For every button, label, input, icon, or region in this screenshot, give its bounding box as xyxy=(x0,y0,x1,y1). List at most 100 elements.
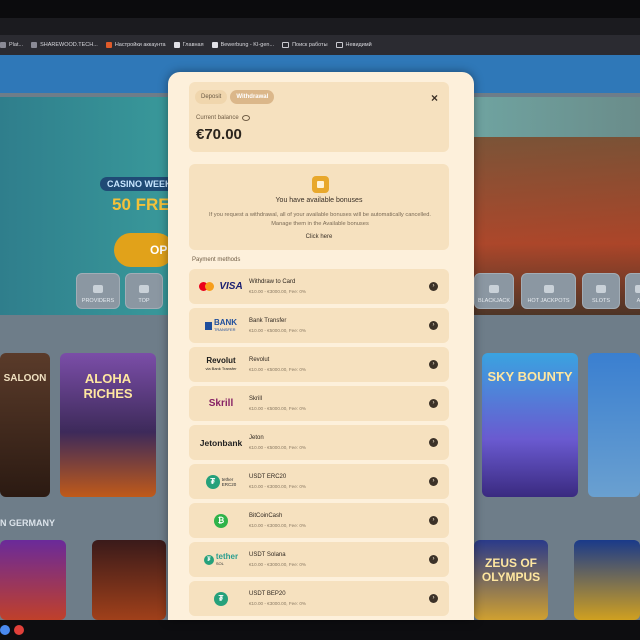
chevron-right-icon: › xyxy=(429,282,438,291)
method-name: USDT Solana xyxy=(249,552,286,558)
method-name: Revolut xyxy=(249,357,270,363)
payment-methods-label: Payment methods xyxy=(192,257,241,263)
chevron-right-icon: › xyxy=(429,594,438,603)
category-label: HOT JACKPOTS xyxy=(527,298,570,304)
site-icon xyxy=(211,42,218,48)
category-label: PROVIDERS xyxy=(81,298,115,304)
method-limits: €10.00 - €5000.00, Fee: 0% xyxy=(249,445,306,450)
game-title: ZEUS OF OLYMPUS xyxy=(481,556,541,584)
payment-method-revolut[interactable]: Revolut via Bank Transfer Revolut €10.00 … xyxy=(189,347,449,382)
game-tile[interactable]: SALOON xyxy=(0,353,50,497)
category-icon xyxy=(596,285,606,293)
chevron-right-icon: › xyxy=(429,438,438,447)
bookmark-item[interactable]: Поиск работы xyxy=(282,42,328,48)
method-limits: €10.00 - €3000.00, Fee: 0% xyxy=(249,523,306,528)
bonus-link[interactable]: Click here xyxy=(189,234,449,240)
game-tile[interactable] xyxy=(588,353,640,497)
tether-erc20-logo: ₮ tether ERC20 xyxy=(197,470,245,493)
payment-method-jeton[interactable]: Jetonbank Jeton €10.00 - €5000.00, Fee: … xyxy=(189,425,449,460)
browser-top-bar xyxy=(0,0,640,18)
game-tile[interactable] xyxy=(574,540,640,620)
mastercard-visa-logo: VISA xyxy=(197,275,245,298)
close-icon[interactable]: × xyxy=(431,92,438,104)
bookmark-item[interactable]: Настройки аккаунта xyxy=(105,42,166,48)
balance-label-text: Current balance xyxy=(196,115,239,121)
payment-method-usdt-bep20[interactable]: ₮ USDT BEP20 €10.00 - €3000.00, Fee: 0% … xyxy=(189,581,449,616)
balance-amount: €70.00 xyxy=(196,126,242,143)
hero-headline: 50 FRE xyxy=(112,195,170,214)
bookmark-label: Главная xyxy=(182,42,204,48)
tether-sol-logo: ₮ tether SOL xyxy=(197,548,245,571)
bookmark-item[interactable]: Главная xyxy=(173,42,204,48)
bookmarks-bar: Plat... SHAREWOOD.TECH... Настройки акка… xyxy=(0,35,640,55)
category-hot-jackpots[interactable]: HOT JACKPOTS xyxy=(521,273,576,309)
game-title: ALOHA RICHES xyxy=(83,371,133,401)
modal-tabs: Deposit Withdrawal xyxy=(195,90,275,104)
method-limits: €10.00 - €5000.00, Fee: 0% xyxy=(249,367,306,372)
category-top[interactable]: TOP xyxy=(125,273,163,309)
payment-method-bitcoincash[interactable]: ₿ BitCoinCash €10.00 - €3000.00, Fee: 0%… xyxy=(189,503,449,538)
game-tile[interactable] xyxy=(92,540,166,620)
jeton-logo: Jetonbank xyxy=(199,437,243,448)
bookmark-label: SHAREWOOD.TECH... xyxy=(40,42,98,48)
category-icon xyxy=(489,285,499,293)
game-tile[interactable]: SKY BOUNTY xyxy=(482,353,578,497)
category-blackjack[interactable]: BLACKJACK xyxy=(474,273,514,309)
game-title: SALOON xyxy=(3,373,47,384)
method-name: Jeton xyxy=(249,435,264,441)
method-limits: €10.00 - €3000.00, Fee: 0% xyxy=(249,289,306,294)
method-limits: €10.00 - €3000.00, Fee: 0% xyxy=(249,484,306,489)
bookmark-item[interactable]: Plat... xyxy=(0,42,23,48)
bonus-description: If you request a withdrawal, all of your… xyxy=(209,212,431,227)
category-label: BLACKJACK xyxy=(477,298,511,304)
payment-method-skrill[interactable]: Skrill Skrill €10.00 - €5000.00, Fee: 0%… xyxy=(189,386,449,421)
category-label: SLOTS xyxy=(591,298,611,304)
hero-button[interactable]: OP xyxy=(114,233,174,267)
payment-method-usdt-solana[interactable]: ₮ tether SOL USDT Solana €10.00 - €3000.00… xyxy=(189,542,449,577)
category-all[interactable]: AL xyxy=(625,273,640,309)
bonus-title: You have available bonuses xyxy=(275,197,363,204)
tab-deposit[interactable]: Deposit xyxy=(195,90,228,104)
bookmark-item[interactable]: SHAREWOOD.TECH... xyxy=(31,42,98,48)
bookmark-label: Поиск работы xyxy=(292,42,328,48)
game-tile[interactable]: ZEUS OF OLYMPUS xyxy=(474,540,548,620)
site-icon xyxy=(0,42,6,48)
bookmark-label: Настройки аккаунта xyxy=(114,42,166,48)
skrill-logo: Skrill xyxy=(208,398,234,409)
balance-label: Current balance xyxy=(196,115,250,121)
chevron-right-icon: › xyxy=(429,399,438,408)
payment-method-bank-transfer[interactable]: BANK TRANSFER Bank Transfer €10.00 - €500… xyxy=(189,308,449,343)
category-icon xyxy=(635,285,640,293)
method-limits: €10.00 - €3000.00, Fee: 0% xyxy=(249,601,306,606)
bookmark-item[interactable]: Bewerbung - KI-gen... xyxy=(211,42,274,48)
bank-transfer-logo: BANK TRANSFER xyxy=(197,314,245,337)
method-name: Bank Transfer xyxy=(249,318,287,324)
category-label: TOP xyxy=(138,298,150,304)
payment-method-usdt-erc20[interactable]: ₮ tether ERC20 USDT ERC20 €10.00 - €3000.0… xyxy=(189,464,449,499)
category-slots[interactable]: SLOTS xyxy=(582,273,620,309)
method-name: USDT ERC20 xyxy=(249,474,287,480)
app-icon[interactable] xyxy=(14,625,24,635)
browser-icon[interactable] xyxy=(0,625,10,635)
game-tile[interactable]: ALOHA RICHES xyxy=(60,353,156,497)
revolut-logo: Revolut via Bank Transfer xyxy=(205,355,237,371)
tether-bep20-logo: ₮ xyxy=(197,587,245,610)
category-label: AL xyxy=(636,298,640,304)
category-icon xyxy=(139,285,149,293)
chevron-right-icon: › xyxy=(429,555,438,564)
payment-method-card[interactable]: VISA Withdraw to Card €10.00 - €3000.00,… xyxy=(189,269,449,304)
folder-icon xyxy=(335,42,343,48)
category-icon xyxy=(543,285,554,293)
bookmark-item[interactable]: Невидимй xyxy=(335,42,372,48)
folder-icon xyxy=(282,42,290,48)
chevron-right-icon: › xyxy=(429,516,438,525)
taskbar xyxy=(0,620,640,640)
category-providers[interactable]: PROVIDERS xyxy=(76,273,120,309)
method-name: BitCoinCash xyxy=(249,513,283,519)
game-tile[interactable] xyxy=(0,540,66,620)
section-title: N GERMANY xyxy=(0,518,56,528)
site-icon xyxy=(105,42,112,48)
tab-withdrawal[interactable]: Withdrawal xyxy=(230,90,275,104)
eye-icon[interactable] xyxy=(241,115,250,121)
category-icon xyxy=(93,285,103,293)
